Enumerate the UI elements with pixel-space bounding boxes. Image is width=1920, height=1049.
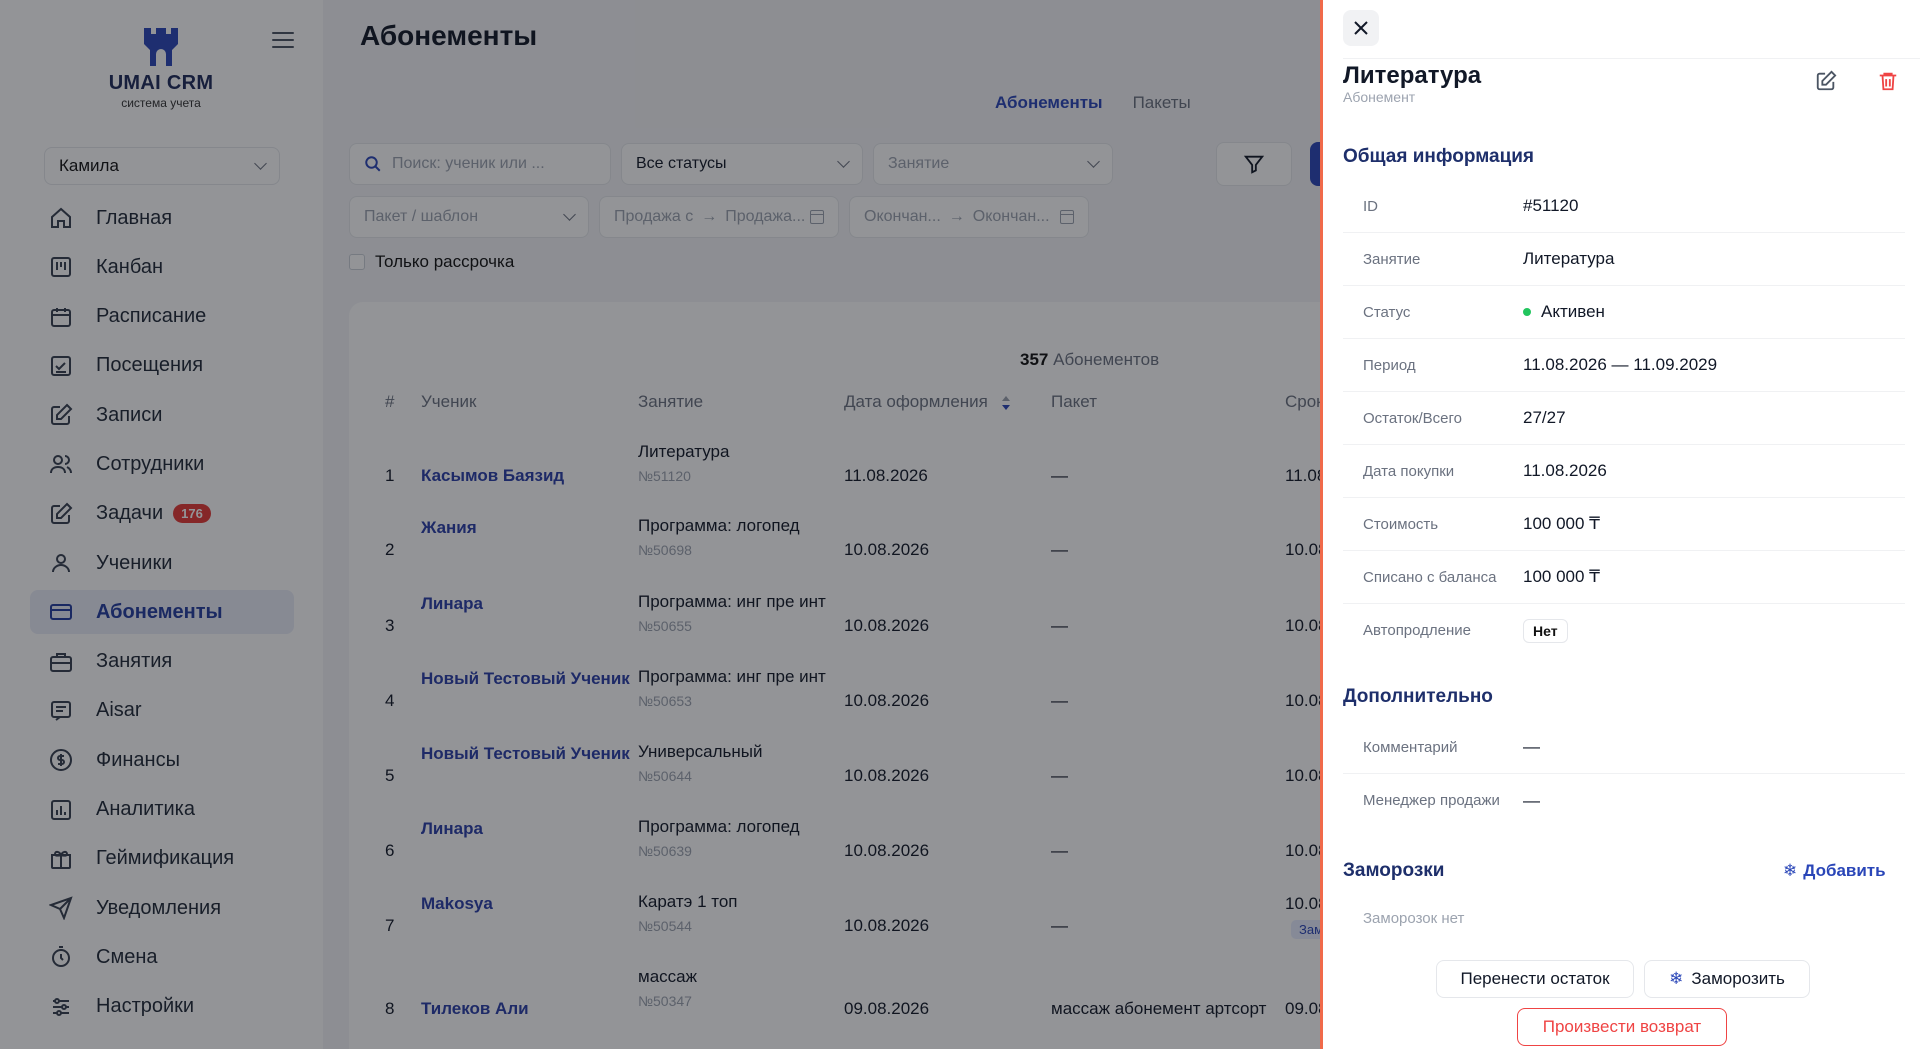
snowflake-icon: ❄ bbox=[1669, 969, 1684, 988]
add-freeze-label: Добавить bbox=[1803, 861, 1886, 880]
status-value: Активен bbox=[1523, 302, 1605, 322]
trash-icon[interactable] bbox=[1877, 70, 1899, 92]
autorenew-value: Нет bbox=[1523, 618, 1568, 643]
refund-button[interactable]: Произвести возврат bbox=[1517, 1008, 1727, 1046]
info-label: Комментарий bbox=[1363, 738, 1458, 756]
close-icon bbox=[1354, 21, 1368, 35]
info-value: — bbox=[1523, 790, 1540, 810]
status-text: Активен bbox=[1541, 302, 1605, 321]
freeze-label: Заморозить bbox=[1691, 969, 1785, 988]
section-title-general: Общая информация bbox=[1343, 146, 1535, 167]
subscription-detail-drawer: Литература Абонемент Общая информация ID… bbox=[1320, 0, 1920, 1049]
transfer-balance-label: Перенести остаток bbox=[1460, 969, 1610, 988]
status-dot-icon bbox=[1523, 308, 1531, 316]
add-freeze-button[interactable]: ❄ Добавить bbox=[1783, 861, 1886, 881]
edit-icon[interactable] bbox=[1815, 70, 1837, 92]
section-title-freezes: Заморозки bbox=[1343, 860, 1445, 881]
info-row: Занятие Литература bbox=[1343, 233, 1905, 286]
info-value: 100 000 ₸ bbox=[1523, 567, 1600, 586]
info-label: Менеджер продажи bbox=[1363, 792, 1500, 809]
info-label: ID bbox=[1363, 197, 1378, 215]
info-label: Списано с баланса bbox=[1363, 568, 1497, 586]
info-value: 100 000 ₸ bbox=[1523, 514, 1600, 533]
info-row: Списано с баланса 100 000 ₸ bbox=[1343, 551, 1905, 604]
info-label: Занятие bbox=[1363, 250, 1421, 268]
info-label: Автопродление bbox=[1363, 622, 1472, 639]
refund-label: Произвести возврат bbox=[1542, 1017, 1702, 1036]
info-row: Статус Активен bbox=[1343, 286, 1905, 339]
info-label: Статус bbox=[1363, 303, 1411, 321]
info-row: Остаток/Всего 27/27 bbox=[1343, 392, 1905, 445]
section-title-extra: Дополнительно bbox=[1343, 686, 1493, 707]
drawer-divider bbox=[1343, 58, 1920, 59]
info-row: Автопродление Нет bbox=[1343, 604, 1905, 657]
info-label: Дата покупки bbox=[1363, 462, 1455, 480]
info-value: — bbox=[1523, 737, 1540, 756]
info-value: Литература bbox=[1523, 249, 1615, 268]
drawer-title: Литература bbox=[1343, 62, 1482, 89]
info-value: #51120 bbox=[1523, 196, 1579, 215]
info-value: 27/27 bbox=[1523, 408, 1566, 427]
info-row: Период 11.08.2026 — 11.09.2029 bbox=[1343, 339, 1905, 392]
info-label: Остаток/Всего bbox=[1363, 409, 1462, 427]
info-row: ID #51120 bbox=[1343, 180, 1905, 233]
info-row: Менеджер продажи — bbox=[1343, 774, 1905, 827]
close-button[interactable] bbox=[1343, 10, 1379, 46]
info-value: 11.08.2026 bbox=[1523, 461, 1607, 480]
transfer-balance-button[interactable]: Перенести остаток bbox=[1436, 960, 1634, 998]
info-label: Период bbox=[1363, 356, 1416, 374]
autorenew-badge: Нет bbox=[1523, 618, 1568, 643]
no-freezes-text: Заморозок нет bbox=[1363, 910, 1465, 927]
freeze-button[interactable]: ❄ Заморозить bbox=[1644, 960, 1810, 998]
snowflake-icon: ❄ bbox=[1783, 861, 1798, 880]
info-row: Дата покупки 11.08.2026 bbox=[1343, 445, 1905, 498]
info-row: Стоимость 100 000 ₸ bbox=[1343, 498, 1905, 551]
info-row: Комментарий — bbox=[1343, 721, 1905, 774]
info-value: 11.08.2026 — 11.09.2029 bbox=[1523, 355, 1718, 374]
info-label: Стоимость bbox=[1363, 515, 1439, 533]
drawer-subtitle: Абонемент bbox=[1343, 89, 1416, 105]
modal-backdrop[interactable] bbox=[0, 0, 1320, 1049]
